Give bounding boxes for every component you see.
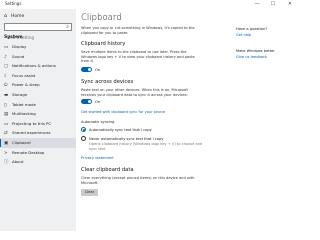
title-bar: Settings — ☐ ✕ (0, 0, 300, 9)
minimize-button[interactable]: — (250, 0, 264, 9)
section-label: System (4, 35, 23, 40)
intro-text-line-2: clipboard for you to paste. (81, 30, 129, 35)
history-desc-line-2: Windows logo key + V to view your clipbo… (81, 54, 195, 59)
sidebar-item-label: Display (12, 44, 27, 49)
make-better-heading: Make Windows better (236, 49, 275, 53)
home-label: Home (11, 14, 25, 19)
search-icon[interactable]: ⌕ (66, 24, 69, 31)
never-sync-desc-line-1: Opens clipboard history (Windows logo ke… (89, 142, 203, 146)
sidebar-nav: ▭ Display ♪ Sound ▢ Notifications & actions… (0, 42, 76, 167)
sidebar-item-label: Notifications & actions (12, 63, 56, 69)
sidebar-item-shared-experiences[interactable]: ⇄ Shared experiences (0, 128, 76, 138)
sidebar-item-label: Shared experiences (12, 130, 51, 136)
clear-desc-line-2: Microsoft. (81, 180, 99, 185)
sidebar-item-label: Sound (12, 53, 25, 59)
sidebar-item-sound[interactable]: ♪ Sound (0, 52, 76, 62)
sidebar-item-remote-desktop[interactable]: ≻ Remote Desktop (0, 148, 76, 158)
never-sync-desc-line-2: sync text (89, 146, 106, 151)
sidebar-item-label: Power & sleep (12, 82, 40, 88)
sidebar-item-label: Tablet mode (12, 101, 36, 107)
sidebar-item-storage[interactable]: ▬ Storage (0, 90, 76, 100)
sync-desc-line-2: receives your clipboard data to sync it … (81, 92, 188, 97)
window-title: Settings (5, 1, 22, 6)
get-help-link[interactable]: Get help (236, 33, 251, 37)
never-sync-radio[interactable] (81, 136, 86, 141)
sidebar-item-notifications[interactable]: ▢ Notifications & actions (0, 61, 76, 71)
sidebar-home[interactable]: ⌂ Home (4, 12, 72, 20)
clear-button[interactable]: Clear (81, 189, 98, 196)
phone-sync-link[interactable]: Get started with clipboard sync for your… (81, 110, 165, 114)
clipboard-history-toggle[interactable] (81, 67, 92, 72)
sidebar-item-label: Clipboard (12, 139, 31, 145)
search-box[interactable]: ⌕ (4, 23, 72, 41)
maximize-button[interactable]: ☐ (266, 0, 280, 9)
history-heading: Clipboard history (81, 41, 126, 47)
auto-sync-radio[interactable] (81, 127, 86, 132)
sidebar-item-label: Projecting to this PC (12, 120, 52, 126)
privacy-statement-link[interactable]: Privacy statement (81, 156, 114, 160)
about-icon: ⓘ (4, 160, 9, 166)
sidebar-item-focus-assist[interactable]: ☾ Focus assist (0, 71, 76, 81)
clipboard-history-toggle-label: On (95, 67, 101, 72)
sidebar-item-label: About (12, 159, 24, 165)
close-button[interactable]: ✕ (283, 0, 297, 9)
never-sync-label: Never automatically sync text that I cop… (89, 136, 164, 141)
sidebar-item-about[interactable]: ⓘ About (0, 157, 76, 167)
sidebar-item-multitasking[interactable]: ▤ Multitasking (0, 109, 76, 119)
clear-heading: Clear clipboard data (81, 167, 134, 173)
page-title: Clipboard (81, 13, 122, 23)
main-content: Clipboard When you copy or cut something… (76, 9, 300, 231)
sync-heading: Sync across devices (81, 79, 134, 85)
home-icon: ⌂ (4, 13, 8, 19)
feedback-link[interactable]: Give us feedback (236, 55, 267, 59)
question-heading: Have a question? (236, 27, 268, 31)
sidebar-item-clipboard[interactable]: ▣ Clipboard (0, 137, 76, 148)
sidebar-item-tablet-mode[interactable]: ▯ Tablet mode (0, 100, 76, 110)
sidebar-item-projecting[interactable]: ▭ Projecting to this PC (0, 119, 76, 129)
sidebar-item-label: Focus assist (12, 72, 36, 78)
sidebar-item-label: Remote Desktop (12, 149, 45, 155)
automatic-syncing-label: Automatic syncing (81, 120, 115, 124)
sidebar: ⌂Home ⌕ System ▭Display ♪Sound ▢Notifica… (0, 9, 76, 231)
history-desc-line-3: from it. (81, 59, 95, 63)
sidebar-item-label: Multitasking (12, 111, 36, 117)
auto-sync-label: Automatically sync text that I copy (89, 127, 152, 132)
sidebar-item-power[interactable]: ⏻ Power & sleep (0, 80, 76, 90)
sidebar-item-label: Storage (12, 91, 28, 97)
sync-toggle[interactable] (81, 99, 92, 104)
sync-toggle-label: On (95, 99, 101, 104)
sidebar-item-display[interactable]: ▭ Display (0, 42, 76, 52)
